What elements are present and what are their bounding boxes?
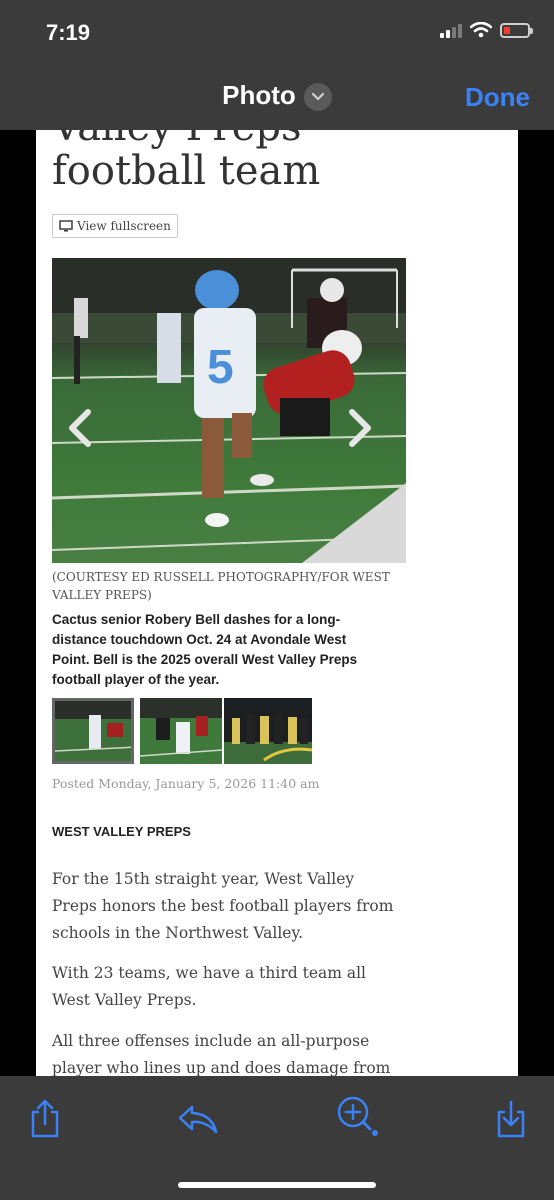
thumbnail-1[interactable] [52,698,134,764]
section-label: WEST VALLEY PREPS [52,824,191,839]
svg-text:5: 5 [207,341,234,394]
monitor-icon [59,220,73,232]
status-time: 7:19 [46,20,91,45]
paragraph-2: With 23 teams, we have a third team all … [52,964,367,1009]
battery-icon [500,22,533,38]
view-fullscreen-label: View fullscreen [77,219,171,233]
photo-caption: Cactus senior Robery Bell dashes for a l… [52,612,358,687]
headline-partial: Valley Preps [52,130,301,150]
nav-title: Photo [222,80,296,110]
photo-credit: (COURTESY ED RUSSELL PHOTOGRAPHY/FOR WES… [52,570,390,602]
cellular-signal-icon [440,22,462,38]
wifi-icon [470,22,492,38]
paragraph-3: All three offenses include an all-purpos… [52,1032,391,1077]
save-icon[interactable] [494,1098,528,1140]
article-page[interactable]: Valley Preps football team View fullscre… [36,130,518,1078]
reply-icon[interactable] [176,1102,220,1136]
zoom-icon[interactable] [334,1094,380,1140]
thumbnail-2[interactable] [140,698,222,764]
top-bar: 7:19 Photo Done [0,0,554,130]
headline: football team [52,148,321,194]
view-fullscreen-button[interactable]: View fullscreen [52,214,178,238]
home-indicator[interactable] [178,1182,376,1188]
paragraph-1: For the 15th straight year, West Valley … [52,870,394,942]
share-icon[interactable] [28,1098,62,1140]
posted-date: Posted Monday, January 5, 2026 11:40 am [52,776,320,791]
bottom-toolbar [0,1076,554,1200]
next-arrow-icon[interactable] [346,408,376,448]
status-icons [440,22,533,38]
thumbnail-3[interactable] [224,698,312,764]
chevron-down-icon[interactable] [303,83,332,112]
done-button[interactable]: Done [465,82,530,113]
football-photo[interactable]: 5 [52,258,406,563]
previous-arrow-icon[interactable] [64,408,94,448]
